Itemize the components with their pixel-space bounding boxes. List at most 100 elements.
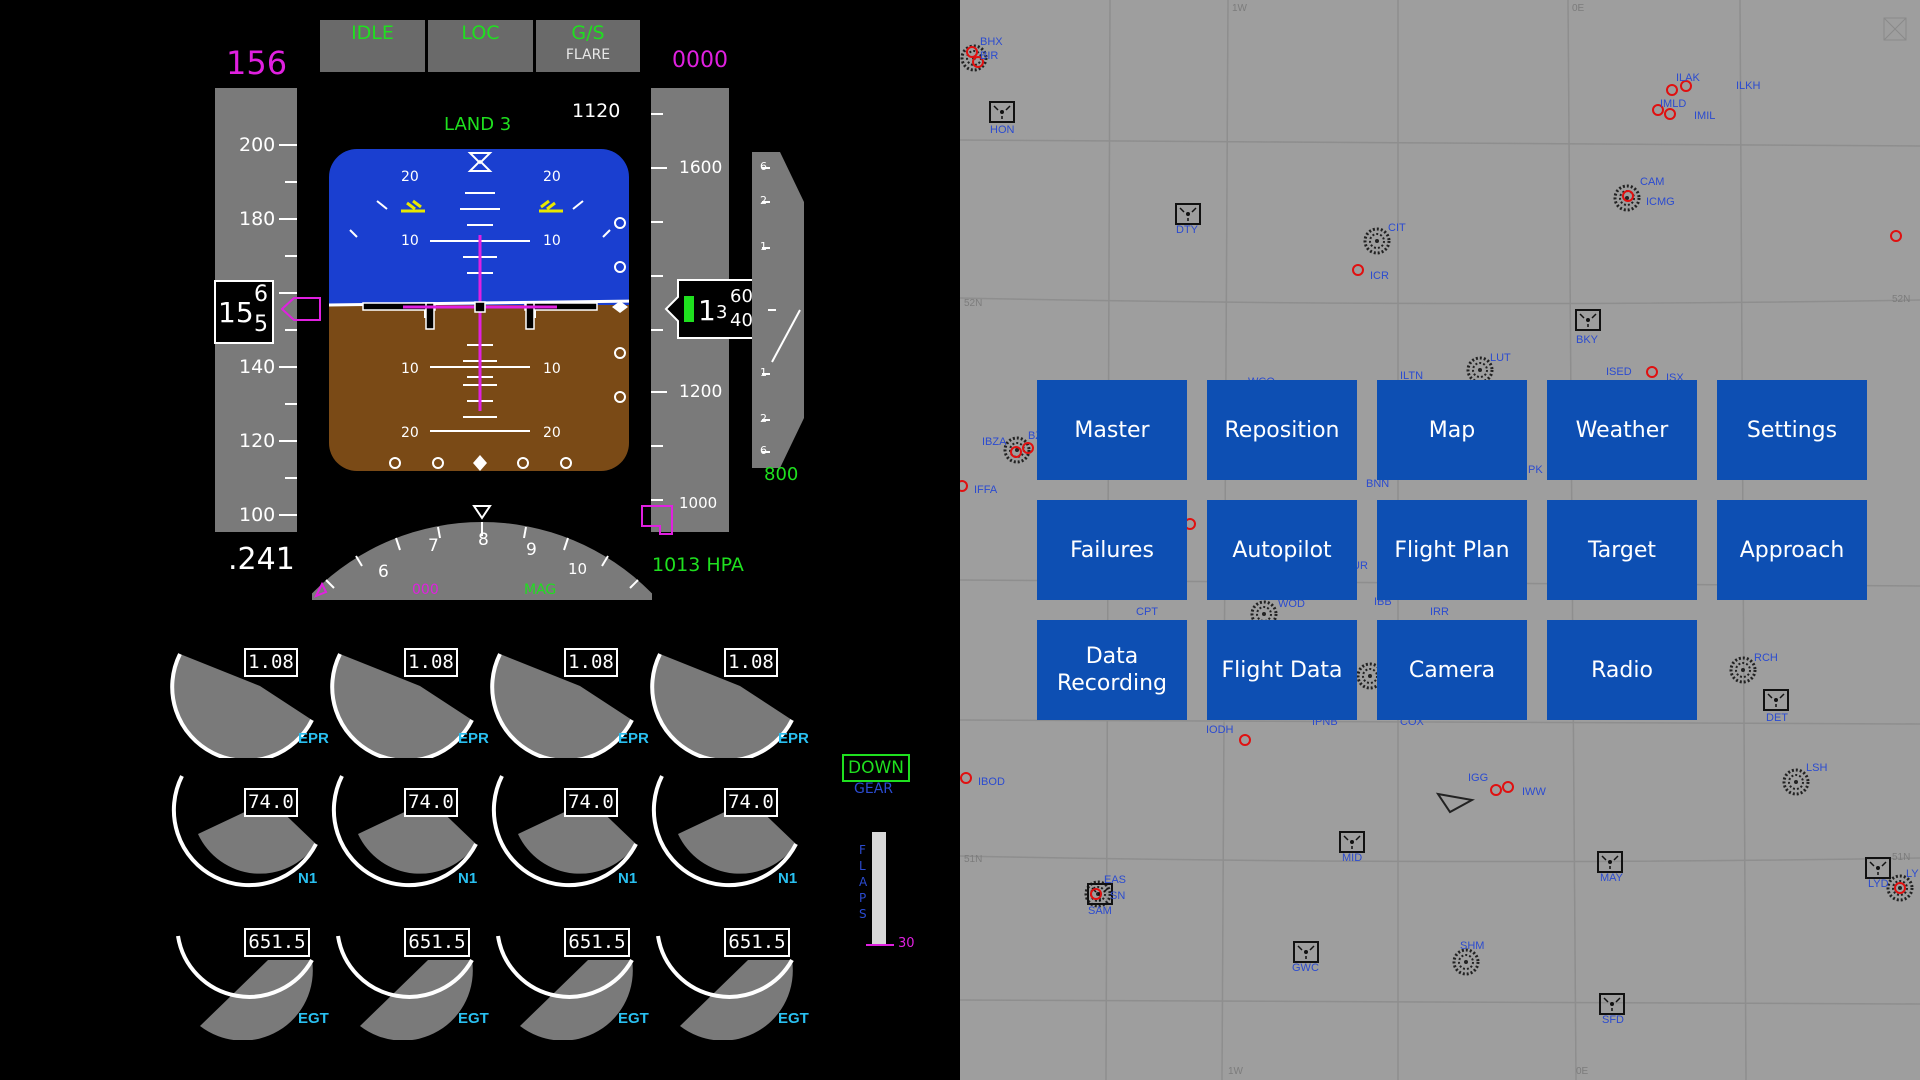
navaid-label: LY (1906, 868, 1919, 880)
heading-tick-label: 10 (568, 560, 588, 578)
navaid-label: PK (1528, 464, 1543, 476)
navaid-label: BIR (980, 50, 999, 62)
n1-label: N1 (298, 870, 318, 887)
map-button[interactable]: Map (1377, 380, 1527, 480)
egt-label: EGT (618, 1010, 649, 1027)
flaps-label: FLAPS (859, 843, 868, 921)
egt-label: EGT (298, 1010, 329, 1027)
approach-button[interactable]: Approach (1717, 500, 1867, 600)
settings-button[interactable]: Settings (1717, 380, 1867, 480)
heading-tick-label: 8 (478, 530, 489, 550)
fma-vertical-mode: G/S FLARE (536, 20, 640, 72)
reposition-button[interactable]: Reposition (1207, 380, 1357, 480)
n1-label: N1 (458, 870, 478, 887)
vs-scale-label: 2 (760, 412, 767, 425)
flight-plan-button[interactable]: Flight Plan (1377, 500, 1527, 600)
flaps-value: 30 (898, 936, 915, 951)
navaid-label: DET (1766, 712, 1788, 724)
altitude-readout-lower: 40 (730, 310, 753, 331)
mach-number: .241 (228, 542, 295, 577)
navaid-label: ISED (1606, 366, 1632, 378)
navaid-label: CPT (1136, 606, 1158, 618)
navaid-label: ICMG (1646, 196, 1675, 208)
navaid-label: IWW (1522, 786, 1546, 798)
altitude-tape-label: 1200 (679, 382, 723, 402)
autopilot-button[interactable]: Autopilot (1207, 500, 1357, 600)
n1-value: 74.0 (724, 788, 778, 817)
navaid-label: ICR (1370, 270, 1389, 282)
navaid-label: SAM (1088, 905, 1112, 917)
navaid-label: IBZA (982, 436, 1007, 448)
altitude-readout-mid: 3 (716, 302, 728, 323)
vs-scale-label: 2 (760, 194, 767, 207)
selected-speed: 156 (226, 44, 288, 82)
egt-label: EGT (458, 1010, 489, 1027)
svg-text:20: 20 (401, 169, 419, 185)
navaid-label: IFFA (974, 484, 998, 496)
altitude-readout-main: 1 (698, 294, 716, 327)
navaid-label: DTY (1176, 224, 1198, 236)
fma-lateral-label: LOC (461, 22, 500, 44)
egt-value: 651.5 (244, 928, 310, 957)
data-recording-button[interactable]: Data Recording (1037, 620, 1187, 720)
speed-readout-lower: 5 (254, 312, 268, 337)
attitude-indicator: 20 20 10 10 10 10 20 20 (329, 149, 629, 471)
vs-scale-label: 1 (760, 366, 767, 379)
autoland-status: LAND 3 (444, 114, 512, 135)
n1-value: 74.0 (244, 788, 298, 817)
svg-text:20: 20 (543, 169, 561, 185)
egt-label: EGT (778, 1010, 809, 1027)
svg-text:10: 10 (401, 233, 419, 249)
vs-scale-label: 6 (760, 444, 767, 457)
epr-label: EPR (458, 730, 489, 747)
altitude-tape-label: 1000 (679, 494, 718, 512)
speed-tape-label: 100 (239, 504, 276, 526)
navaid-label: SFD (1602, 1014, 1624, 1026)
navaid-label: HON (990, 124, 1015, 136)
navaid-label: MID (1342, 852, 1363, 864)
navaid-label: IODH (1206, 724, 1234, 736)
flight-data-button[interactable]: Flight Data (1207, 620, 1357, 720)
target-button[interactable]: Target (1547, 500, 1697, 600)
svg-text:10: 10 (543, 361, 561, 377)
navaid-label: LYD (1868, 878, 1889, 890)
egt-value: 651.5 (404, 928, 470, 957)
selected-altitude: 0000 (672, 48, 728, 73)
epr-value: 1.08 (724, 648, 778, 677)
camera-button[interactable]: Camera (1377, 620, 1527, 720)
navaid-label: CAM (1640, 176, 1665, 188)
flaps-indicator (866, 944, 894, 946)
speed-readout-main: 15 (218, 296, 254, 329)
heading-tick-label: 7 (428, 536, 439, 556)
fma-thrust-mode: IDLE (320, 20, 425, 72)
navaid-label: ILKH (1736, 80, 1761, 92)
n1-value: 74.0 (564, 788, 618, 817)
navaid-label: EAS (1104, 874, 1127, 886)
epr-label: EPR (618, 730, 649, 747)
navaid-label: IGG (1468, 772, 1489, 784)
speed-readout-upper: 6 (254, 282, 268, 307)
heading-reference: MAG (524, 582, 557, 598)
navigation-map[interactable]: 1W 0E 52N 52N 51N 51N 1W 0E BHX BIR HON … (960, 0, 1920, 1080)
svg-text:20: 20 (543, 425, 561, 441)
navaid-label: IBOD (978, 776, 1005, 788)
speed-readout: 15 6 5 (214, 280, 274, 344)
navaid-label: BKY (1576, 334, 1599, 346)
navaid-label: IMIL (1694, 110, 1716, 122)
speed-tape-label: 120 (239, 430, 276, 452)
vs-scale-label: 1 (760, 240, 767, 253)
radio-altitude: 1120 (572, 100, 621, 122)
flaps-fill (872, 832, 886, 944)
navaid-label: BHX (980, 36, 1003, 48)
n1-label: N1 (778, 870, 798, 887)
svg-text:20: 20 (401, 425, 419, 441)
svg-text:10: 10 (401, 361, 419, 377)
radio-button[interactable]: Radio (1547, 620, 1697, 720)
navaid-label: SHM (1460, 940, 1485, 952)
heading-tick-label: 6 (378, 562, 389, 582)
navaid-label: ILAK (1676, 72, 1700, 84)
master-button[interactable]: Master (1037, 380, 1187, 480)
fma-lateral-mode: LOC (428, 20, 533, 72)
failures-button[interactable]: Failures (1037, 500, 1187, 600)
weather-button[interactable]: Weather (1547, 380, 1697, 480)
